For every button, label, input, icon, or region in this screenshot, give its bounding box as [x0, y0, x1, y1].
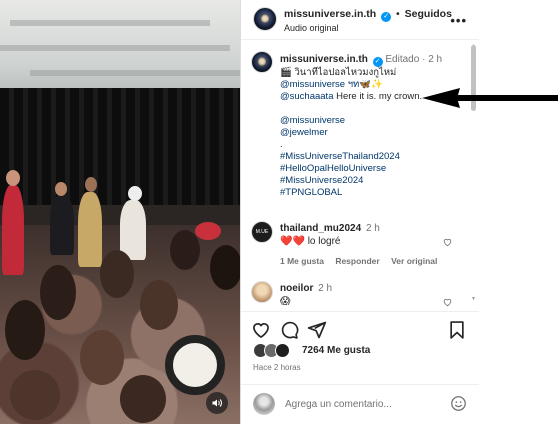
video-curtain [0, 88, 240, 208]
comment-text: ❤️❤️ lo logré [280, 236, 341, 247]
video-figure [120, 375, 166, 423]
caption-hashtag[interactable]: #MissUniverse2024 [280, 175, 363, 187]
caption-hashtag[interactable]: #TPNGLOBAL [280, 187, 342, 199]
caption-mention[interactable]: @missuniverse [280, 115, 345, 127]
video-figure [55, 182, 67, 196]
video-figure [210, 245, 240, 290]
video-figure [170, 230, 200, 270]
video-figure [40, 265, 76, 320]
caption-mention[interactable]: @suchaaata [280, 91, 333, 102]
comment-header: thailand_mu2024 2 h [280, 223, 380, 234]
comment-avatar[interactable]: M.UE [251, 221, 273, 243]
caption-header: missuniverse.in.th ✓ Editado · 2 h [280, 54, 442, 67]
video-figure [78, 192, 102, 267]
audio-link[interactable]: Audio original [284, 23, 339, 33]
add-comment-bar [241, 384, 479, 424]
comment-icon[interactable] [279, 320, 299, 340]
see-original-button[interactable]: Ver original [391, 256, 437, 266]
comment-username[interactable]: noeilor [280, 283, 313, 294]
comment-avatar[interactable] [251, 281, 273, 303]
video-beam [0, 45, 230, 51]
comment-input[interactable] [285, 395, 435, 413]
heart-icon[interactable] [442, 237, 453, 247]
current-user-avatar [253, 393, 275, 415]
heart-icon[interactable] [442, 297, 453, 307]
arrow-annotation [422, 88, 558, 108]
comment-emoji: ❤️❤️ [280, 236, 305, 247]
post-panel: missuniverse.in.th ✓ • Seguidos Audio or… [240, 0, 479, 424]
comment-header: noeilor 2 h [280, 283, 332, 294]
video-figure [10, 370, 60, 420]
video-beam [30, 70, 240, 76]
caption-mention[interactable]: @jewelmer [280, 127, 328, 139]
video-figure [2, 185, 24, 275]
bookmark-icon[interactable] [447, 320, 467, 340]
video-figure [120, 200, 146, 260]
caption-line: 🎬 วินาทีไอปอลไหวมงกูไหม่ [280, 67, 397, 78]
share-icon[interactable] [307, 320, 327, 340]
video-figure [100, 250, 134, 298]
video-figure [140, 280, 178, 330]
caption-edited: Editado · 2 h [385, 54, 443, 65]
comment-time: 2 h [365, 223, 380, 234]
video-figure [6, 170, 20, 186]
caption-hashtag[interactable]: #MissUniverseThailand2024 [280, 151, 400, 163]
action-bar [241, 311, 479, 347]
sound-icon [212, 399, 222, 407]
emoji-icon[interactable] [450, 395, 467, 412]
verified-icon: ✓ [372, 57, 383, 67]
author-username[interactable]: missuniverse.in.th [284, 8, 376, 20]
video-beam [10, 20, 210, 26]
video-figure [165, 335, 225, 395]
scroll-down-icon[interactable]: ▼ [471, 296, 476, 302]
post-header: missuniverse.in.th ✓ • Seguidos Audio or… [241, 0, 479, 40]
video-figure [80, 330, 124, 385]
caption-mention[interactable]: @missuniverse ฯท🦋✨ [280, 79, 383, 91]
caption-username[interactable]: missuniverse.in.th [280, 54, 368, 65]
caption-hashtag[interactable]: #HelloOpalHelloUniverse [280, 163, 386, 175]
author-avatar[interactable] [253, 7, 277, 31]
video-figure [128, 186, 142, 201]
video-figure [50, 195, 74, 255]
sound-toggle-button[interactable] [206, 392, 228, 414]
comment-username[interactable]: thailand_mu2024 [280, 223, 361, 234]
reply-button[interactable]: Responder [335, 256, 379, 266]
separator-dot: • [396, 8, 400, 20]
liker-avatar [275, 343, 290, 358]
heart-icon[interactable] [251, 320, 271, 340]
comments-scroll-area[interactable]: missuniverse.in.th ✓ Editado · 2 h 🎬 วิน… [241, 41, 479, 311]
likes-row[interactable]: 7264 Me gusta [253, 343, 473, 359]
likes-count[interactable]: 7264 Me gusta [302, 345, 370, 356]
caption-line: @suchaaata Here it is. my crown. [280, 91, 423, 102]
video-figure [5, 300, 45, 360]
more-icon[interactable]: ••• [450, 13, 467, 28]
follow-state-button[interactable]: Seguidos [405, 8, 452, 20]
comment-likes[interactable]: 1 Me gusta [280, 256, 324, 266]
video-figure [85, 177, 97, 192]
comment-time: 2 h [318, 283, 333, 294]
video-player[interactable] [0, 0, 240, 424]
verified-icon: ✓ [381, 12, 392, 22]
comment-text: 😱 [280, 296, 291, 307]
caption-avatar[interactable] [251, 51, 273, 73]
post-time: Hace 2 horas [253, 363, 301, 372]
author-line: missuniverse.in.th ✓ • Seguidos [284, 8, 452, 22]
comment-meta: 1 Me gusta Responder Ver original [280, 256, 446, 266]
caption-line: . [280, 139, 283, 150]
video-figure [195, 222, 221, 240]
